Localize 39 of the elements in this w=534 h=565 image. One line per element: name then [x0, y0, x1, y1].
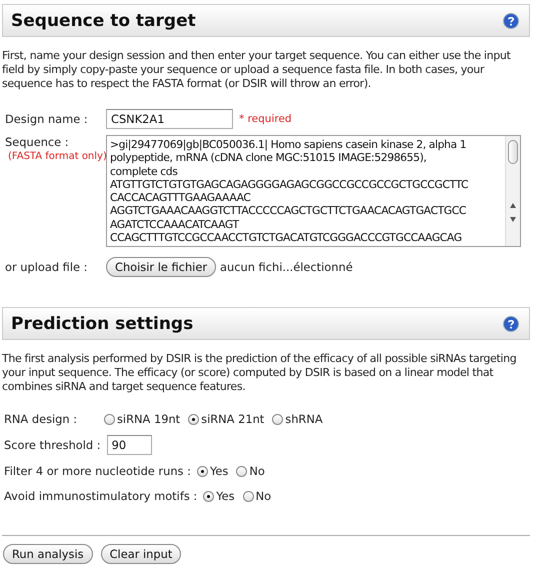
setting-label: Avoid immunostimulatory motifs :: [4, 489, 198, 503]
field-label: or upload file :: [5, 260, 88, 274]
radio-button[interactable]: [242, 490, 254, 502]
help-icon[interactable]: [503, 12, 519, 28]
option-label: No: [256, 489, 272, 503]
radio-button[interactable]: [104, 414, 115, 424]
setting-label: RNA design :: [4, 412, 78, 426]
score-threshold-field[interactable]: 90: [106, 435, 152, 455]
radio-button[interactable]: [236, 466, 248, 476]
option-label: Yes: [210, 464, 228, 478]
option-label: shRNA: [285, 412, 323, 426]
design-name-field[interactable]: CSNK2A1: [106, 109, 233, 129]
choose-file-button[interactable]: Choisir le fichier: [106, 257, 216, 277]
section-title: Sequence to target: [11, 10, 196, 30]
file-status: aucun fichi...électionné: [220, 260, 353, 274]
field-label: Design name :: [5, 112, 89, 126]
required-note: * required: [239, 113, 292, 125]
section-description: First, name your design session and then enter your target sequence. You can either use the input field by simply copy-paste your sequence or upload a sequence fasta file. In both cases, your sequence has to respect the FASTA format (or DSIR will throw an error).: [2, 49, 512, 91]
form-button[interactable]: Clear input: [100, 544, 182, 564]
radio-button[interactable]: [188, 414, 200, 424]
radio-button[interactable]: [203, 490, 214, 502]
form-button[interactable]: Run analysis: [3, 544, 93, 564]
scroll-arrows-icon[interactable]: [509, 202, 517, 224]
option-label: siRNA 19nt: [117, 412, 180, 426]
option-label: Yes: [216, 489, 235, 503]
radio-button[interactable]: [272, 414, 284, 424]
sequence-field[interactable]: >gi|29477069|gb|BC050036.1| Homo sapiens casein kinase 2, alpha 1 polypeptide, mRNA (cDNA clone MGC:51015 IMAGE:5298655), complete cds ATGTTGTCTGTGTGAGCAGAGGGGAGAGCGGCCGCCGCCGCTGCCGCTTC CACCACAGTTTGAAGAAAAC AGGTCTGAAACAAGGTCTTACCCCCAGCTGCTTCTGAACACAGTGACTGCC AGATCTCCAAACATCAAGT CCAGCTTTGTCCGCCAACCTGTCTGACATGTCGGGACCCGTGCCAAGCAG: [106, 135, 521, 247]
option-label: No: [249, 464, 265, 478]
setting-label: Score threshold :: [4, 438, 101, 452]
section-title: Prediction settings: [11, 314, 194, 334]
setting-label: Filter 4 or more nucleotide runs :: [4, 464, 191, 478]
scrollbar-thumb[interactable]: [508, 140, 518, 164]
format-hint: (FASTA format only): [8, 151, 106, 162]
field-label: Sequence :: [5, 135, 70, 149]
option-label: siRNA 21nt: [201, 412, 264, 426]
radio-button[interactable]: [196, 466, 208, 476]
help-icon[interactable]: [503, 316, 519, 332]
scrollbar[interactable]: [505, 136, 520, 246]
section-description: The first analysis performed by DSIR is the prediction of the efficacy of all possible siRNAs targeting your input sequence. The efficacy (or score) computed by DSIR is based on a linear model that combines siRNA and target sequence features.: [2, 352, 518, 394]
